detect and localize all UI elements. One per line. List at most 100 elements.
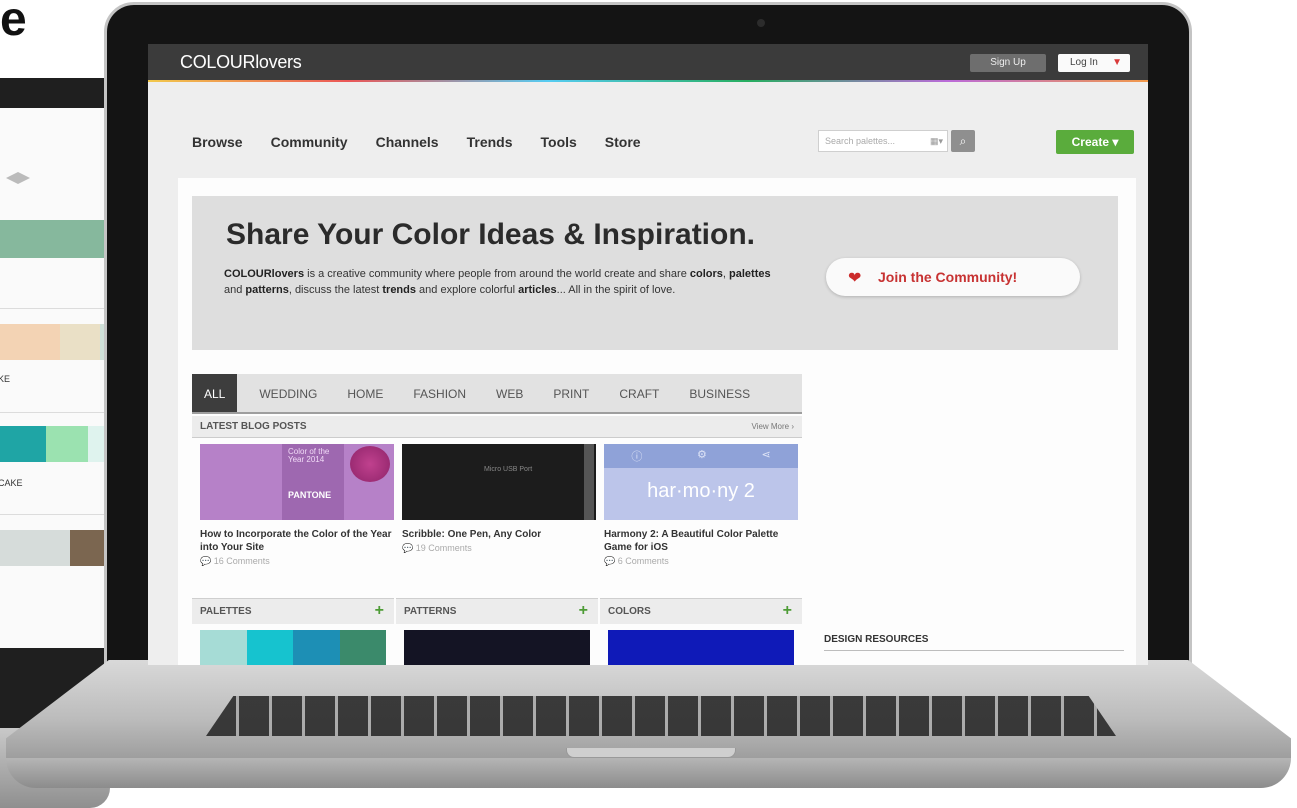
heart-icon: ❤: [848, 270, 862, 287]
join-community-button[interactable]: ❤ Join the Community!: [826, 258, 1080, 296]
palette-label: KE: [0, 374, 11, 384]
blog-post[interactable]: Color of the Year 2014 PANTONE How to In…: [200, 444, 394, 567]
search-placeholder: Search palettes...: [825, 136, 896, 146]
tab-all[interactable]: ALL: [192, 374, 238, 412]
palette-thumbnail[interactable]: [200, 630, 386, 665]
laptop-base: [6, 660, 1291, 790]
blog-section-title: LATEST BLOG POSTS: [200, 421, 307, 432]
search-input[interactable]: Search palettes... ▦▾: [818, 130, 948, 152]
color-stripe: [148, 80, 1148, 82]
orchid-image: [350, 446, 390, 482]
divider: [0, 308, 116, 309]
camera-icon: [757, 19, 765, 27]
post-title[interactable]: How to Incorporate the Color of the Year…: [200, 528, 394, 554]
plus-icon[interactable]: +: [375, 602, 384, 620]
hero-text-part: and explore colorful: [416, 284, 519, 296]
color-swatch: [293, 630, 340, 665]
nav-browse[interactable]: Browse: [192, 134, 243, 150]
search-options-icon[interactable]: ▦▾: [930, 131, 943, 151]
tab-web[interactable]: WEB: [496, 374, 523, 412]
palette-strip: [0, 324, 116, 360]
scribble-pen-image: [584, 444, 594, 520]
site-logo[interactable]: COLOURlovers: [180, 52, 302, 73]
view-more-link[interactable]: View More ›: [751, 422, 794, 431]
color-thumbnail[interactable]: [608, 630, 794, 665]
link-patterns[interactable]: patterns: [245, 284, 288, 296]
corner-letter: e: [0, 0, 27, 46]
tab-business[interactable]: BUSINESS: [689, 374, 750, 412]
section-title[interactable]: PALETTES: [200, 606, 251, 617]
palette-strip: [0, 426, 116, 462]
pantone-card-text: Color of the Year 2014: [288, 447, 330, 464]
nav-channels[interactable]: Channels: [376, 134, 439, 150]
log-in-label: Log In: [1070, 57, 1098, 68]
caret-down-icon: ▼: [1112, 57, 1122, 68]
nav-community[interactable]: Community: [271, 134, 348, 150]
harmony-logo: har·mo·ny 2: [647, 480, 755, 502]
search-icon[interactable]: ⌕: [951, 130, 975, 152]
share-icon: ⋖: [761, 449, 771, 461]
palettes-section-header: PALETTES +: [192, 598, 394, 624]
link-colors[interactable]: colors: [690, 268, 723, 280]
blog-post[interactable]: Micro USB Port Scribble: One Pen, Any Co…: [402, 444, 596, 554]
tab-wedding[interactable]: WEDDING: [259, 374, 317, 412]
post-title[interactable]: Scribble: One Pen, Any Color: [402, 528, 596, 541]
log-in-button[interactable]: Log In ▼: [1058, 54, 1130, 72]
sign-up-button[interactable]: Sign Up: [970, 54, 1046, 72]
tab-print[interactable]: PRINT: [553, 374, 589, 412]
tab-fashion[interactable]: FASHION: [413, 374, 466, 412]
post-thumbnail[interactable]: Micro USB Port: [402, 444, 596, 520]
hero-text-part: , discuss the latest: [288, 284, 383, 296]
hero-text-part: ... All in the spirit of love.: [556, 284, 676, 296]
post-thumbnail[interactable]: ⓘ ⚙ ⋖ har·mo·ny 2: [604, 444, 798, 520]
background-laptop-screen: KE CAKE: [0, 108, 116, 648]
plus-icon[interactable]: +: [579, 602, 588, 620]
nav-tools[interactable]: Tools: [541, 134, 577, 150]
laptop-base-edge: [6, 758, 1291, 788]
pantone-logo: PANTONE: [288, 490, 332, 500]
divider: [0, 514, 116, 515]
laptop-trackpad: [566, 748, 736, 758]
nav-store[interactable]: Store: [605, 134, 641, 150]
blog-header: LATEST BLOG POSTS View More ›: [192, 416, 802, 438]
hero-description: COLOURlovers is a creative community whe…: [224, 266, 784, 298]
link-palettes[interactable]: palettes: [729, 268, 771, 280]
colors-section-header: COLORS +: [600, 598, 802, 624]
pattern-thumbnail[interactable]: [404, 630, 590, 665]
channel-tabs: ALL WEDDING HOME FASHION WEB PRINT CRAFT…: [192, 374, 802, 414]
color-swatch: [246, 630, 293, 665]
plus-icon[interactable]: +: [783, 602, 792, 620]
post-title[interactable]: Harmony 2: A Beautiful Color Palette Gam…: [604, 528, 798, 554]
gear-icon: ⚙: [696, 449, 707, 461]
post-comments[interactable]: 💬 16 Comments: [200, 556, 394, 567]
hero-text-part: is a creative community where people fro…: [304, 268, 690, 280]
nav-trends[interactable]: Trends: [467, 134, 513, 150]
divider: [824, 650, 1124, 651]
post-comments[interactable]: 💬 19 Comments: [402, 543, 596, 554]
palette-strip: [0, 220, 116, 258]
color-swatch: [200, 630, 247, 665]
hero-title: Share Your Color Ideas & Inspiration.: [226, 218, 755, 251]
harmony-icons: ⓘ ⚙ ⋖: [604, 448, 798, 464]
laptop-keyboard: [206, 696, 1116, 736]
section-title[interactable]: PATTERNS: [404, 606, 456, 617]
hero-banner: Share Your Color Ideas & Inspiration. CO…: [192, 196, 1118, 350]
main-nav: Browse Community Channels Trends Tools S…: [192, 134, 669, 150]
tab-home[interactable]: HOME: [347, 374, 383, 412]
info-icon: ⓘ: [631, 451, 643, 463]
divider: [0, 412, 116, 413]
website-screen: COLOURlovers Sign Up Log In ▼ Browse Com…: [148, 44, 1148, 665]
blog-post[interactable]: ⓘ ⚙ ⋖ har·mo·ny 2 Harmony 2: A Beautiful…: [604, 444, 798, 567]
link-trends[interactable]: trends: [382, 284, 416, 296]
link-articles[interactable]: articles: [518, 284, 557, 296]
layers-icon: [6, 172, 30, 184]
create-button[interactable]: Create ▾: [1056, 130, 1134, 154]
tab-craft[interactable]: CRAFT: [619, 374, 659, 412]
post-thumbnail[interactable]: Color of the Year 2014 PANTONE: [200, 444, 394, 520]
post-comments[interactable]: 💬 6 Comments: [604, 556, 798, 567]
section-title[interactable]: COLORS: [608, 606, 651, 617]
pantone-card: Color of the Year 2014 PANTONE: [282, 444, 344, 520]
palette-strip: [0, 530, 116, 566]
scribble-pen-caption: Micro USB Port: [484, 466, 533, 473]
brand-name: COLOURlovers: [224, 268, 305, 280]
